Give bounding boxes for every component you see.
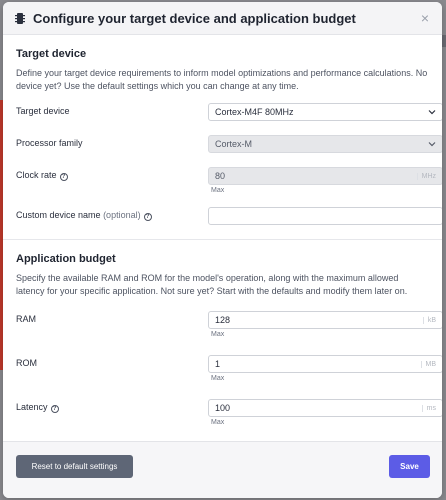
- processor-family-row: Processor family Cortex-M: [16, 135, 442, 153]
- chip-icon: [15, 12, 25, 25]
- modal-footer: Reset to default settings Save: [3, 441, 442, 498]
- processor-family-value: Cortex-M: [215, 139, 253, 149]
- ram-label: RAM: [16, 314, 36, 324]
- ram-hint-row: Max: [16, 329, 429, 339]
- rom-row: ROM 1 MB: [16, 355, 442, 373]
- configure-device-modal: Configure your target device and applica…: [3, 2, 442, 498]
- rom-hint: Max: [211, 375, 225, 382]
- custom-device-name-row: Custom device name (optional)?: [16, 207, 442, 225]
- section-description: Specify the available RAM and ROM for th…: [16, 273, 408, 296]
- target-device-value: Cortex-M4F 80MHz: [215, 107, 294, 117]
- ram-unit: kB: [422, 316, 436, 324]
- ram-input[interactable]: 128 kB: [208, 311, 442, 329]
- modal-body: Target device Define your target device …: [3, 35, 442, 427]
- latency-row: Latency? 100 ms: [16, 399, 442, 417]
- processor-family-label: Processor family: [16, 138, 83, 148]
- section-description: Define your target device requirements t…: [16, 68, 428, 91]
- save-button[interactable]: Save: [389, 455, 430, 478]
- section-title: Target device: [16, 48, 87, 60]
- clock-rate-hint-row: Max: [16, 185, 429, 195]
- rom-unit: MB: [420, 360, 436, 368]
- processor-family-select[interactable]: Cortex-M: [208, 135, 442, 153]
- rom-label: ROM: [16, 358, 37, 368]
- application-budget-section: Application budget Specify the available…: [16, 240, 442, 427]
- latency-unit: ms: [421, 404, 436, 412]
- ram-hint: Max: [211, 331, 225, 338]
- rom-value: 1: [215, 359, 221, 369]
- reset-defaults-button[interactable]: Reset to default settings: [16, 455, 133, 478]
- clock-rate-row: Clock rate? 80 MHz: [16, 167, 442, 185]
- custom-device-name-label-text: Custom device name: [16, 210, 101, 220]
- latency-hint: Max: [211, 419, 225, 426]
- custom-device-name-input[interactable]: [208, 207, 442, 225]
- custom-device-name-label: Custom device name (optional)?: [16, 210, 152, 221]
- clock-rate-label-text: Clock rate: [16, 170, 57, 180]
- clock-rate-hint: Max: [211, 187, 225, 194]
- close-icon[interactable]: ×: [418, 10, 432, 26]
- background-scroll-marker: [442, 35, 446, 47]
- help-icon[interactable]: ?: [50, 405, 59, 413]
- ram-row: RAM 128 kB: [16, 311, 442, 329]
- latency-input[interactable]: 100 ms: [208, 399, 442, 417]
- latency-value: 100: [215, 403, 231, 413]
- clock-rate-input[interactable]: 80 MHz: [208, 167, 442, 185]
- target-device-row: Target device Cortex-M4F 80MHz: [16, 103, 442, 121]
- clock-rate-unit: MHz: [416, 172, 436, 180]
- chevron-down-icon: [428, 110, 436, 115]
- modal-header: Configure your target device and applica…: [3, 2, 442, 35]
- clock-rate-value: 80: [215, 171, 226, 181]
- modal-title: Configure your target device and applica…: [33, 10, 356, 26]
- rom-input[interactable]: 1 MB: [208, 355, 442, 373]
- help-icon[interactable]: ?: [59, 173, 68, 181]
- section-title: Application budget: [16, 253, 116, 265]
- ram-value: 128: [215, 315, 231, 325]
- latency-hint-row: Max: [16, 417, 429, 427]
- target-device-section: Target device Define your target device …: [3, 35, 442, 240]
- optional-label: (optional): [103, 210, 141, 220]
- latency-label-text: Latency: [16, 402, 48, 412]
- chevron-down-icon: [428, 142, 436, 147]
- target-device-label: Target device: [16, 106, 70, 116]
- clock-rate-label: Clock rate?: [16, 170, 68, 181]
- target-device-select[interactable]: Cortex-M4F 80MHz: [208, 103, 442, 121]
- latency-label: Latency?: [16, 402, 59, 413]
- help-icon[interactable]: ?: [143, 213, 152, 221]
- rom-hint-row: Max: [16, 373, 429, 383]
